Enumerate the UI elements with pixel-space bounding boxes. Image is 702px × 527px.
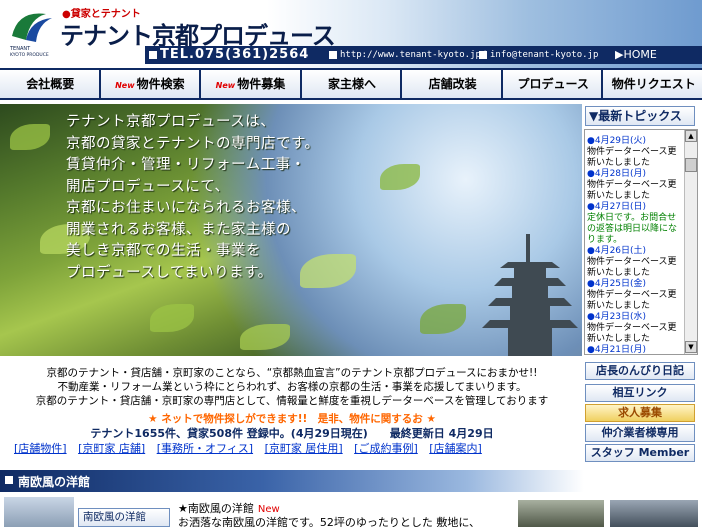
link-machiya-shop[interactable]: [京町家 店舗] [78,442,145,455]
nav-property-request[interactable]: 物件リクエスト [603,70,702,98]
topic-date[interactable]: ●4月26日(土) [587,246,683,257]
agents-only-button[interactable]: 仲介業者様専用 [585,424,695,442]
nav-produce[interactable]: プロデュース [502,70,604,98]
featured-label[interactable]: 南欧風の洋館 [78,508,170,527]
hero-line: 開業されるお客様、また家主様の [66,221,291,238]
link-contract-cases[interactable]: [ご成約事例] [354,442,418,455]
home-link[interactable]: ▶HOME [615,48,657,61]
site-header: TENANT KYOTO PRODUCE ●貸家とテナント テナント京都プロデュ… [0,0,702,68]
section-title: 南欧風の洋館 [18,475,91,489]
mutual-links-button[interactable]: 相互リンク [585,384,695,402]
promo-text: ★ ネットで物件探しができます!! 是非、物件に関するお ★ [148,413,436,425]
square-icon [5,476,13,484]
nav-property-listing[interactable]: New 物件募集 [201,70,302,98]
topic-text: 物件データーベース更新いたしました [587,180,677,201]
scroll-up-icon[interactable]: ▲ [685,130,697,142]
topic-date[interactable]: ●4月27日(日) [587,202,683,213]
section-header: 南欧風の洋館 [0,470,584,492]
topic-date[interactable]: ●4月21日(月) [587,345,683,354]
main-nav: 会社概要 New 物件検索 New 物件募集 家主様へ 店舗改装 プロデュース 物件… [0,68,702,100]
hero-line: 京都の貸家とテナントの専門店です。 [66,135,320,152]
hero-line: 美しき京都での生活・事業を [66,243,261,259]
topic-date[interactable]: ●4月23日(水) [587,312,683,323]
topic-text: 物件データーベース更新いたしました [587,257,677,278]
link-office[interactable]: [事務所・オフィス] [157,442,253,455]
svg-text:KYOTO PRODUCE: KYOTO PRODUCE [10,52,49,58]
property-photo[interactable] [610,500,698,527]
property-photo[interactable] [518,500,604,527]
topics-box: ●4月29日(火) 物件データーベース更新いたしました ●4月28日(月) 物件… [584,129,698,355]
scroll-thumb[interactable] [685,158,697,172]
hero-line: 京都にお住まいになられるお客様、 [66,200,306,216]
intro-text: 京都のテナント・貸店舗・京町家のことなら、“京都熱血宣言”のテナント京都プロデュ… [0,366,584,408]
topic-text: 物件データーベース更新いたしました [587,290,677,311]
hero-banner: テナント京都プロデュースは、 京都の貸家とテナントの専門店です。 賃貸仲介・管理… [0,104,582,356]
intro-line: 京都のテナント・貸店舗・京町家の専門店として、情報量と鮮度を重視しデーターベース… [35,395,549,407]
link-machiya-residence[interactable]: [京町家 居住用] [265,442,343,455]
quick-links: [店舗物件] [京町家 店舗] [事務所・オフィス] [京町家 居住用] [ご成… [14,440,584,456]
hero-text: テナント京都プロデュースは、 京都の貸家とテナントの専門店です。 賃貸仲介・管理… [66,112,320,284]
nav-property-search[interactable]: New 物件検索 [100,70,202,98]
hero-line: 賃貸仲介・管理・リフォーム工事・ [66,157,306,173]
hero-line: 開店プロデュースにて、 [66,178,230,195]
hero-line: テナント京都プロデュースは、 [66,114,276,130]
hero-line: プロデュースしてまいります。 [66,264,273,281]
nav-company[interactable]: 会社概要 [0,70,101,98]
intro-line: 京都のテナント・貸店舗・京町家のことなら、“京都熱血宣言”のテナント京都プロデュ… [46,367,538,379]
topic-date[interactable]: ●4月28日(月) [587,169,683,180]
featured-description: お洒落な南欧風の洋館です。52坪のゆったりとした 敷地に、 [178,516,481,527]
scroll-down-icon[interactable]: ▼ [685,341,697,353]
svg-text:TENANT: TENANT [9,46,31,52]
listing-count: テナント1655件、貸家508件 登録中。(4月29日現在) 最終更新日 4月2… [90,427,494,440]
topics-list: ●4月29日(火) 物件データーベース更新いたしました ●4月28日(月) 物件… [587,136,683,354]
intro-line: 不動産業・リフォーム業という枠にとらわれず、お客様の京都の生活・事業を応援してま… [57,381,527,393]
nav-landlords[interactable]: 家主様へ [301,70,403,98]
property-thumbnail[interactable] [4,497,74,527]
diary-button[interactable]: 店長のんびり日記 [585,362,695,380]
logo-icon[interactable]: TENANT KYOTO PRODUCE [8,6,56,58]
topics-scrollbar[interactable]: ▲ ▼ [684,130,697,354]
nav-renovation[interactable]: 店舗改装 [402,70,503,98]
phone-number: TEL.075(361)2564 [149,47,309,62]
staff-button[interactable]: スタッフ Member [585,444,695,462]
topic-text: 物件データーベース更新いたしました [587,323,677,344]
topic-text: 定休日です。お問合せの返答は明日以降になります。 [587,213,678,245]
contact-bar: TEL.075(361)2564 http://www.tenant-kyoto… [145,46,702,64]
topic-text: 物件データーベース更新いたしました [587,147,677,168]
sidebar: ▼最新トピックス ●4月29日(火) 物件データーベース更新いたしました ●4月… [584,104,702,527]
recruit-button[interactable]: 求人募集 [585,404,695,422]
email-link[interactable]: info@tenant-kyoto.jp [479,50,598,60]
topics-title: ▼最新トピックス [585,106,695,126]
site-url[interactable]: http://www.tenant-kyoto.jp/ [329,50,486,60]
pagoda-image [482,234,578,356]
topic-date[interactable]: ●4月29日(火) [587,136,683,147]
link-store-guide[interactable]: [店舗案内] [429,442,482,455]
topic-date[interactable]: ●4月25日(金) [587,279,683,290]
link-shop-property[interactable]: [店舗物件] [14,442,67,455]
